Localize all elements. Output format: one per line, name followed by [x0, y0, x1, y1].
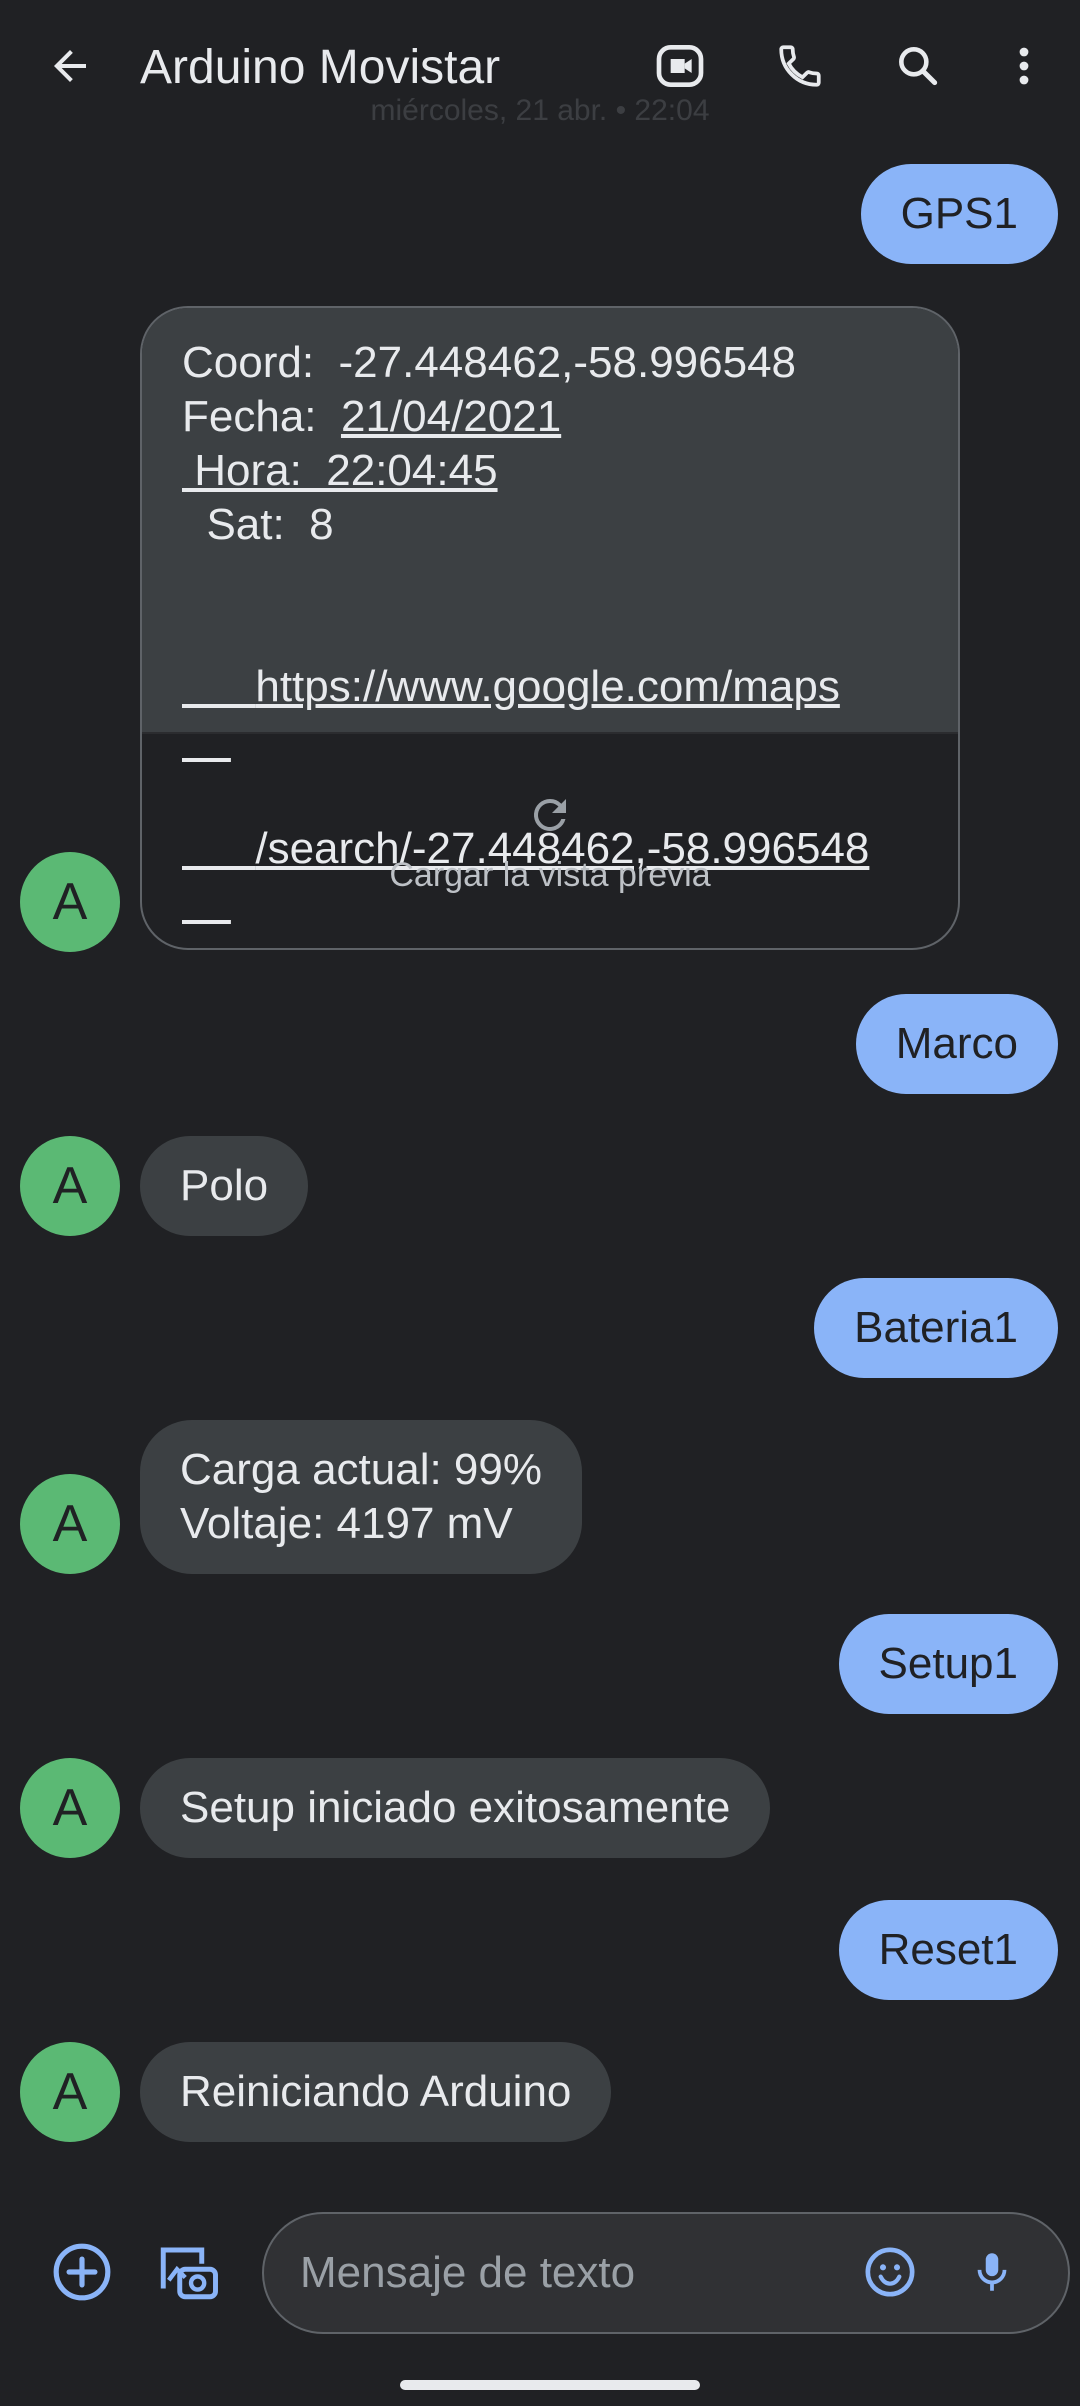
message-text: Polo: [180, 1161, 269, 1210]
voice-input-button[interactable]: [956, 2238, 1028, 2310]
add-attachment-button[interactable]: [46, 2238, 118, 2310]
incoming-message[interactable]: Reiniciando Arduino: [140, 2042, 612, 2142]
emoji-button[interactable]: [854, 2238, 926, 2310]
time-link[interactable]: Hora: 22:04:45: [182, 444, 918, 498]
arrow-left-icon: [46, 42, 94, 95]
incoming-message[interactable]: Carga actual: 99% Voltaje: 4197 mV: [140, 1420, 582, 1574]
outgoing-message[interactable]: Reset1: [838, 1900, 1058, 2000]
mic-icon: [967, 2244, 1017, 2305]
gallery-button[interactable]: [152, 2238, 224, 2310]
incoming-message[interactable]: Polo: [140, 1136, 309, 1236]
conversation-title: Arduino Movistar: [140, 41, 501, 94]
incoming-message-link-card[interactable]: Coord: -27.448462,-58.996548 Fecha: 21/0…: [140, 306, 960, 950]
outgoing-message[interactable]: Marco: [855, 994, 1058, 1094]
message-text-area: Coord: -27.448462,-58.996548 Fecha: 21/0…: [142, 308, 958, 873]
outgoing-message[interactable]: Bateria1: [814, 1278, 1058, 1378]
contact-avatar[interactable]: A: [20, 2042, 120, 2142]
date-stamp: miércoles, 21 abr. • 22:04: [370, 94, 710, 127]
message-line: Fecha: 21/04/2021: [182, 392, 562, 441]
message-input[interactable]: Mensaje de texto: [262, 2212, 1070, 2334]
contact-avatar[interactable]: A: [20, 852, 120, 952]
search-icon: [893, 41, 943, 96]
contact-avatar[interactable]: A: [20, 1758, 120, 1858]
message-text: Setup iniciado exitosamente: [180, 1783, 731, 1832]
refresh-icon: [526, 791, 574, 844]
outgoing-message[interactable]: Setup1: [838, 1614, 1058, 1714]
video-call-icon: [652, 38, 708, 99]
message-line: Carga actual: 99%: [180, 1445, 542, 1494]
gesture-navigation-bar[interactable]: [400, 2380, 700, 2390]
date-link[interactable]: 21/04/2021: [341, 392, 561, 441]
message-text: Reiniciando Arduino: [180, 2067, 572, 2116]
contact-avatar[interactable]: A: [20, 1474, 120, 1574]
composer-bar: Mensaje de texto: [0, 2180, 1080, 2406]
message-line: Voltaje: 4197 mV: [180, 1499, 513, 1548]
message-text: GPS1: [900, 189, 1018, 238]
message-line: Coord: -27.448462,-58.996548: [182, 338, 797, 387]
contact-avatar[interactable]: A: [20, 1136, 120, 1236]
message-text: Marco: [895, 1019, 1018, 1068]
message-text: Bateria1: [854, 1303, 1018, 1352]
gallery-camera-icon: [155, 2239, 221, 2310]
phone-icon: [775, 41, 825, 96]
message-input-placeholder: Mensaje de texto: [300, 2248, 636, 2297]
more-vert-icon: [1004, 42, 1044, 95]
add-circle-icon: [51, 2241, 113, 2308]
load-preview-label: Cargar la vista previa: [389, 856, 711, 894]
incoming-message[interactable]: Setup iniciado exitosamente: [140, 1758, 771, 1858]
message-text: Reset1: [878, 1925, 1018, 1974]
message-text: Setup1: [878, 1639, 1018, 1688]
message-line: Sat: 8: [182, 500, 334, 549]
outgoing-message[interactable]: GPS1: [860, 164, 1058, 264]
emoji-icon: [862, 2244, 918, 2305]
